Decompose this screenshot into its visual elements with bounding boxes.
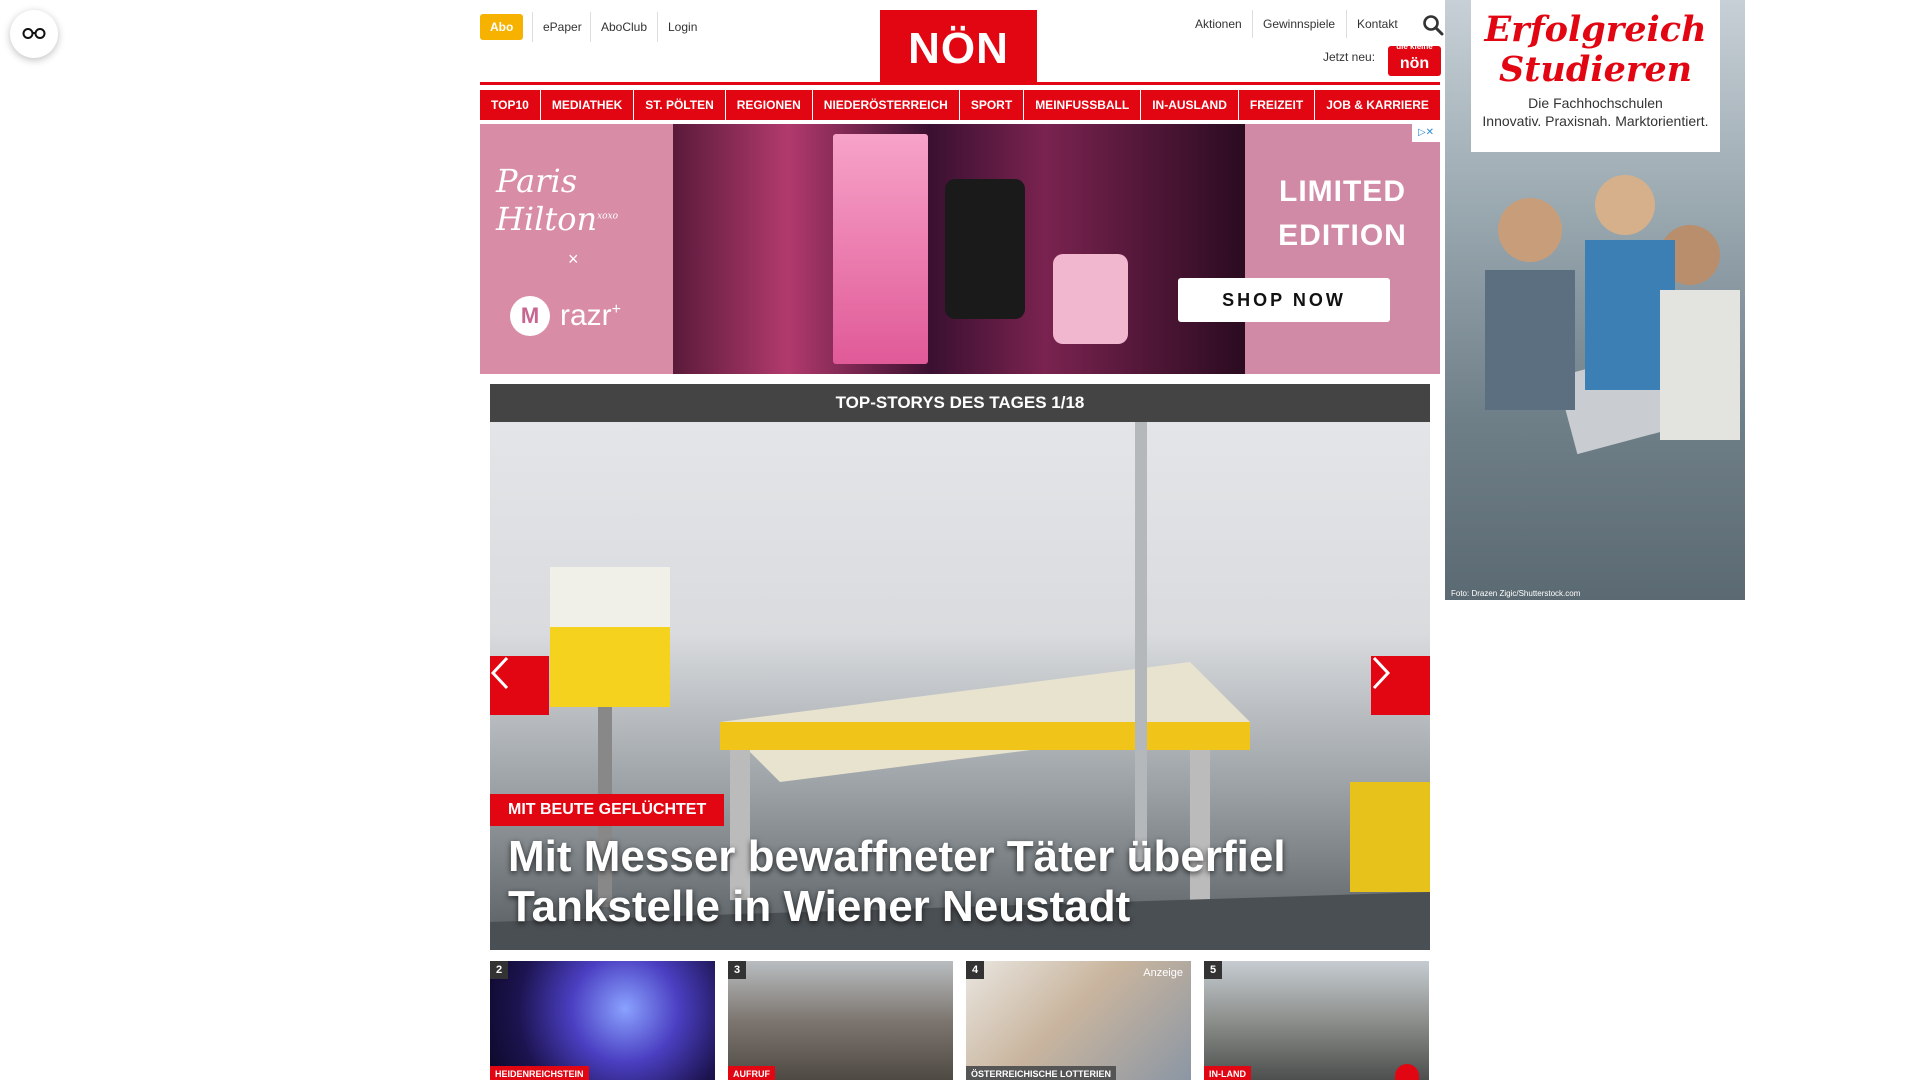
header-divider [480, 82, 1440, 85]
aboclub-link[interactable]: AboClub [590, 12, 657, 42]
sky-ad-title: Erfolgreich Studieren [1471, 10, 1720, 90]
login-link[interactable]: Login [657, 12, 707, 42]
sky-ad-title-line1: Erfolgreich [1484, 9, 1707, 50]
nav-top10[interactable]: TOP10 [480, 90, 540, 120]
main-nav: TOP10 MEDIATHEK ST. PÖLTEN REGIONEN NIED… [480, 90, 1440, 120]
site-header: Abo ePaper AboClub Login NÖN Aktionen Ge… [480, 0, 1444, 82]
story-tag: AUFRUF [728, 1066, 775, 1080]
skyscraper-ad[interactable]: Erfolgreich Studieren Die Fachhochschule… [1445, 0, 1745, 600]
banner-brand-panel: Paris Hiltonxoxo × M razr+ [480, 124, 673, 374]
story-number: 3 [728, 961, 746, 979]
motorola-icon: M [510, 296, 550, 336]
nav-niederoesterreich[interactable]: NIEDERÖSTERREICH [812, 90, 959, 120]
photo-credit: Foto: Drazen Zigic/Shutterstock.com [1451, 589, 1581, 598]
camera-icon [1395, 1064, 1419, 1080]
nav-job-karriere[interactable]: JOB & KARRIERE [1315, 90, 1440, 120]
story-tag: ÖSTERREICHISCHE LOTTERIEN [966, 1066, 1117, 1080]
nav-st-poelten[interactable]: ST. PÖLTEN [634, 90, 725, 120]
hero-story[interactable]: MIT BEUTE GEFLÜCHTET Mit Messer bewaffne… [490, 422, 1430, 950]
hero-headline[interactable]: Mit Messer bewaffneter Täter überfiel Ta… [508, 832, 1408, 932]
abo-button[interactable]: Abo [480, 14, 524, 40]
banner-headline-line1: LIMITED [1279, 175, 1406, 208]
nav-mediathek[interactable]: MEDIATHEK [540, 90, 634, 120]
site-logo[interactable]: NÖN [880, 10, 1037, 82]
sky-ad-card: Erfolgreich Studieren Die Fachhochschule… [1471, 0, 1720, 152]
jetzt-neu-label: Jetzt neu: [1323, 50, 1376, 64]
banner-product-photo [673, 124, 1245, 374]
nav-in-ausland[interactable]: IN-AUSLAND [1141, 90, 1238, 120]
adchoices-icon[interactable]: ▷✕ [1412, 124, 1440, 142]
nav-meinfussball[interactable]: MEINFUSSBALL [1024, 90, 1141, 120]
story-card-4[interactable]: 4 Anzeige ÖSTERREICHISCHE LOTTERIEN [966, 961, 1191, 1080]
glasses-icon [22, 28, 46, 39]
story-card-5[interactable]: 5 IN-LAND [1204, 961, 1429, 1080]
sky-ad-subtitle: Die Fachhochschulen Innovativ. Praxisnah… [1471, 94, 1720, 130]
next-story-button[interactable] [1371, 656, 1430, 715]
banner-cross: × [568, 249, 579, 269]
kontakt-link[interactable]: Kontakt [1346, 10, 1408, 38]
reader-mode-button[interactable] [10, 10, 58, 58]
kleine-non-badge[interactable]: die kleine nön [1388, 42, 1441, 76]
paris-hilton-suffix: xoxo [597, 211, 619, 222]
paris-hilton-logo: Paris Hiltonxoxo [496, 162, 673, 238]
sky-ad-subtitle-line2: Innovativ. Praxisnah. Marktorientiert. [1482, 113, 1709, 129]
aktionen-link[interactable]: Aktionen [1185, 10, 1252, 38]
epaper-link[interactable]: ePaper [532, 12, 592, 42]
hero-kicker: MIT BEUTE GEFLÜCHTET [490, 794, 725, 826]
razr-logo: M razr+ [510, 296, 621, 336]
banner-ad[interactable]: Paris Hiltonxoxo × M razr+ LIMITED EDITI… [480, 124, 1440, 374]
paris-hilton-text: Paris Hilton [496, 162, 598, 238]
ad-label: Anzeige [1143, 967, 1183, 979]
search-icon[interactable] [1422, 14, 1444, 36]
story-number: 2 [490, 961, 508, 979]
shop-now-button[interactable]: SHOP NOW [1178, 278, 1390, 322]
story-number: 4 [966, 961, 984, 979]
story-tag: HEIDENREICHSTEIN [490, 1066, 589, 1080]
phone-image [945, 179, 1025, 319]
previous-story-button[interactable] [490, 656, 549, 715]
gewinnspiele-link[interactable]: Gewinnspiele [1252, 10, 1345, 38]
razr-suffix: + [611, 301, 622, 318]
product-box-image [833, 134, 928, 364]
nav-regionen[interactable]: REGIONEN [725, 90, 812, 120]
top-stories-header: TOP-STORYS DES TAGES 1/18 [490, 384, 1430, 422]
chevron-left-icon [490, 656, 509, 690]
sky-ad-title-line2: Studieren [1498, 49, 1693, 90]
story-card-3[interactable]: 3 AUFRUF [728, 961, 953, 1080]
banner-headline: LIMITED EDITION [1245, 170, 1440, 258]
chevron-right-icon [1372, 656, 1391, 690]
story-number: 5 [1204, 961, 1222, 979]
badge-small-text: die kleine [1396, 42, 1433, 51]
nav-freizeit[interactable]: FREIZEIT [1238, 90, 1315, 120]
bag-image [1053, 254, 1128, 344]
story-tag: IN-LAND [1204, 1066, 1251, 1080]
banner-headline-line2: EDITION [1278, 219, 1407, 252]
badge-text: nön [1399, 55, 1430, 72]
razr-text: razr [560, 299, 612, 332]
story-card-2[interactable]: 2 HEIDENREICHSTEIN [490, 961, 715, 1080]
sky-ad-subtitle-line1: Die Fachhochschulen [1528, 95, 1663, 111]
banner-cta-panel: LIMITED EDITION [1245, 124, 1440, 374]
nav-sport[interactable]: SPORT [959, 90, 1024, 120]
